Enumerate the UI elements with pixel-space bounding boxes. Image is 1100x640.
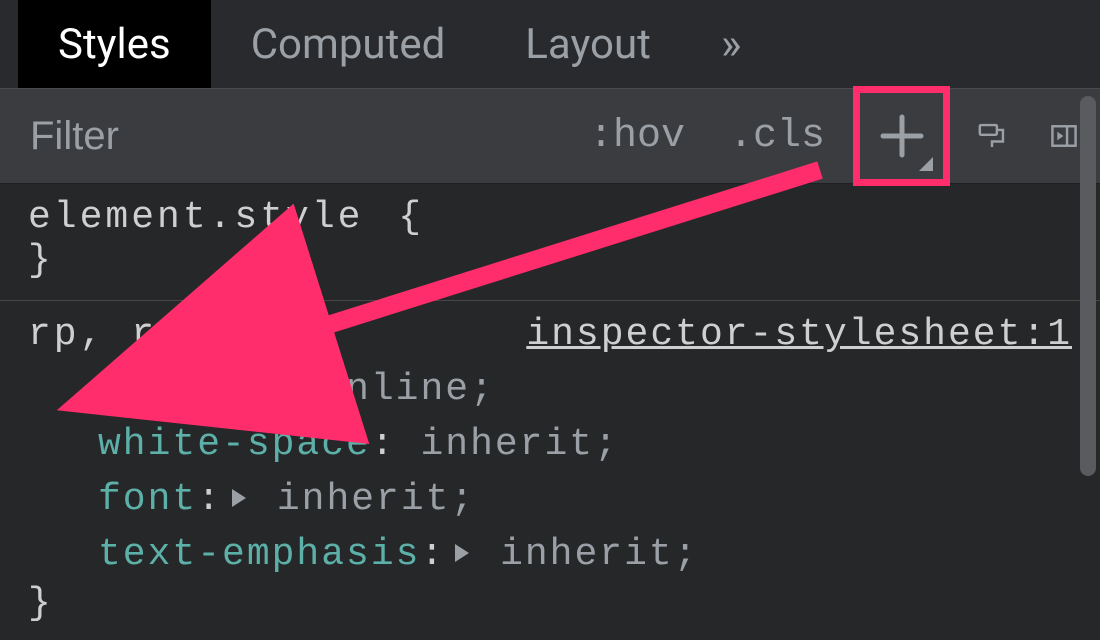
cls-toggle[interactable]: .cls xyxy=(707,88,847,184)
sidebar-toggle-icon xyxy=(1050,115,1078,157)
property-name[interactable]: white-space xyxy=(98,423,371,466)
semicolon: ; xyxy=(594,423,619,466)
declarations: display: inline;white-space: inherit;fon… xyxy=(28,356,1072,582)
declaration-row[interactable]: white-space: inherit; xyxy=(98,417,1072,472)
filter-input[interactable] xyxy=(8,97,567,175)
tabs-bar: Styles Computed Layout » xyxy=(0,0,1100,88)
brace-close: } xyxy=(28,582,1072,625)
brace-close: } xyxy=(28,239,1072,282)
tab-layout[interactable]: Layout xyxy=(485,0,691,88)
declaration-row[interactable]: display: inline; xyxy=(98,362,1072,417)
rule-element-style[interactable]: element.style { } xyxy=(0,184,1100,301)
styles-panel: Styles Computed Layout » :hov .cls xyxy=(0,0,1100,640)
colon: : xyxy=(420,533,445,576)
tab-styles[interactable]: Styles xyxy=(18,0,211,88)
paint-icon xyxy=(978,115,1006,157)
tab-computed[interactable]: Computed xyxy=(211,0,486,88)
property-value[interactable]: inherit xyxy=(475,533,673,576)
selector-text[interactable]: element.style xyxy=(28,196,363,239)
declaration-row[interactable]: font: inherit; xyxy=(98,472,1072,527)
expand-shorthand-icon[interactable] xyxy=(455,544,469,562)
property-value[interactable]: inherit xyxy=(420,423,594,466)
tabs-overflow-button[interactable]: » xyxy=(691,0,772,88)
property-value[interactable]: inline xyxy=(321,368,470,411)
plus-icon xyxy=(879,113,925,159)
property-name[interactable]: font xyxy=(98,478,197,521)
styles-toolbar: :hov .cls xyxy=(0,88,1100,184)
colon: : xyxy=(197,478,222,521)
paint-format-button[interactable] xyxy=(956,88,1028,184)
semicolon: ; xyxy=(674,533,699,576)
rules-list: element.style { } rp, rt { inspector-sty… xyxy=(0,184,1100,640)
property-value[interactable]: inherit xyxy=(252,478,450,521)
property-name[interactable]: display xyxy=(98,368,272,411)
brace-open: { xyxy=(398,196,421,239)
property-name[interactable]: text-emphasis xyxy=(98,533,420,576)
colon: : xyxy=(272,368,297,411)
semicolon: ; xyxy=(470,368,495,411)
rule-inspector-stylesheet[interactable]: rp, rt { inspector-stylesheet:1 display:… xyxy=(0,301,1100,640)
new-style-rule-button[interactable] xyxy=(853,86,950,186)
dropdown-corner-icon xyxy=(919,157,933,171)
source-link[interactable]: inspector-stylesheet:1 xyxy=(526,313,1072,356)
declaration-row[interactable]: text-emphasis: inherit; xyxy=(98,527,1072,582)
expand-shorthand-icon[interactable] xyxy=(232,489,246,507)
selector-text[interactable]: rp, rt xyxy=(28,313,183,356)
scrollbar-thumb[interactable] xyxy=(1080,96,1096,476)
hov-toggle[interactable]: :hov xyxy=(567,88,707,184)
brace-open: { xyxy=(218,313,241,356)
semicolon: ; xyxy=(450,478,475,521)
colon: : xyxy=(371,423,396,466)
